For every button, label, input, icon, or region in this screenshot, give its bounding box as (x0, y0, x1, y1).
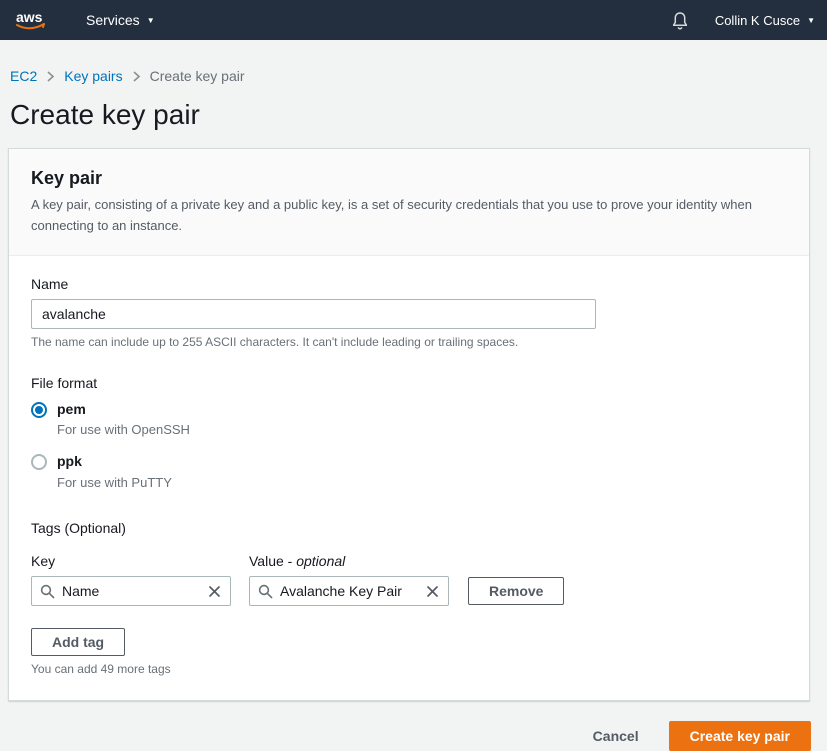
user-menu[interactable]: Collin K Cusce ▼ (715, 13, 815, 28)
panel-description: A key pair, consisting of a private key … (31, 195, 787, 237)
notifications-bell-icon[interactable] (671, 11, 689, 30)
remove-tag-button[interactable]: Remove (468, 577, 564, 605)
breadcrumb-current: Create key pair (150, 68, 245, 84)
clear-value-icon[interactable] (425, 584, 440, 599)
key-pair-name-input[interactable] (31, 299, 596, 329)
radio-label-ppk: ppk (57, 453, 82, 469)
tag-value-optional-label: optional (296, 553, 345, 569)
breadcrumb-link-key-pairs[interactable]: Key pairs (64, 68, 122, 84)
cancel-button[interactable]: Cancel (593, 728, 639, 744)
breadcrumb-separator-icon (46, 70, 55, 83)
clear-key-icon[interactable] (207, 584, 222, 599)
tags-label: Tags (Optional) (31, 520, 787, 536)
radio-label-pem: pem (57, 401, 86, 417)
tags-section: Tags (Optional) Key Value - optional (31, 520, 787, 676)
aws-logo[interactable]: aws (14, 8, 48, 32)
radio-option-ppk[interactable]: ppk For use with PuTTY (31, 453, 787, 490)
chevron-down-icon: ▼ (807, 15, 815, 25)
search-icon (40, 584, 55, 599)
tag-value-column-label: Value - optional (249, 553, 345, 569)
services-label: Services (86, 12, 140, 28)
panel-header: Key pair A key pair, consisting of a pri… (9, 149, 809, 256)
breadcrumb-separator-icon (132, 70, 141, 83)
page-title: Create key pair (10, 99, 827, 131)
add-tag-button[interactable]: Add tag (31, 628, 125, 656)
search-icon (258, 584, 273, 599)
svg-text:aws: aws (16, 9, 43, 25)
radio-desc-pem: For use with OpenSSH (57, 422, 190, 437)
key-pair-panel: Key pair A key pair, consisting of a pri… (8, 148, 810, 701)
tags-remaining-helper: You can add 49 more tags (31, 662, 787, 676)
radio-button-pem[interactable] (31, 402, 47, 418)
name-helper-text: The name can include up to 255 ASCII cha… (31, 335, 787, 349)
tag-value-input[interactable] (280, 583, 418, 599)
form-actions: Cancel Create key pair (0, 721, 811, 751)
file-format-label: File format (31, 375, 787, 391)
user-name: Collin K Cusce (715, 13, 800, 28)
name-field-group: Name The name can include up to 255 ASCI… (31, 276, 787, 349)
tag-key-input[interactable] (62, 583, 200, 599)
breadcrumb-link-ec2[interactable]: EC2 (10, 68, 37, 84)
name-label: Name (31, 276, 787, 292)
top-navigation: aws Services ▼ Collin K Cusce ▼ (0, 0, 827, 40)
tag-value-input-box (249, 576, 449, 606)
panel-title: Key pair (31, 168, 787, 189)
radio-option-pem[interactable]: pem For use with OpenSSH (31, 401, 787, 438)
radio-button-ppk[interactable] (31, 454, 47, 470)
chevron-down-icon: ▼ (147, 15, 155, 25)
file-format-group: File format pem For use with OpenSSH ppk… (31, 375, 787, 491)
tag-key-input-box (31, 576, 231, 606)
breadcrumb: EC2 Key pairs Create key pair (10, 68, 827, 84)
tag-row: Remove (31, 576, 787, 606)
radio-desc-ppk: For use with PuTTY (57, 475, 172, 490)
create-key-pair-button[interactable]: Create key pair (669, 721, 811, 751)
tag-key-column-label: Key (31, 553, 249, 569)
aws-logo-icon: aws (14, 8, 48, 32)
services-menu[interactable]: Services ▼ (86, 12, 155, 28)
